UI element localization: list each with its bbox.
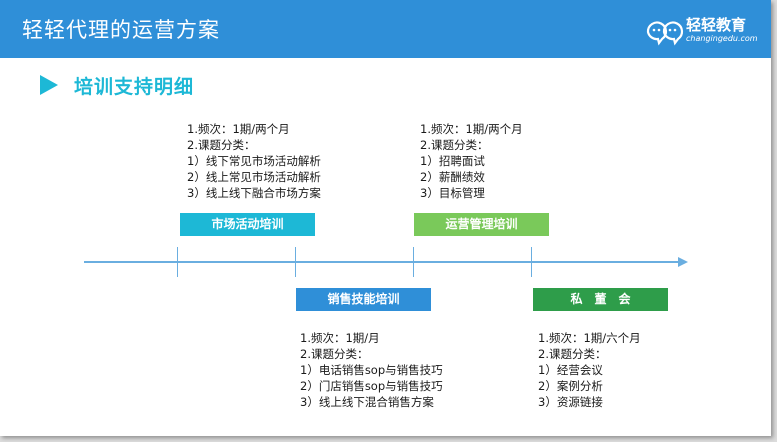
info-line: 2）案例分析	[538, 379, 603, 393]
logo-domain: changingedu.com	[686, 34, 758, 43]
info-line: 3）资源链接	[538, 395, 603, 409]
info-line: 3）线上线下融合市场方案	[187, 186, 321, 200]
info-line: 1.频次：1期/月	[300, 331, 380, 345]
play-arrow-icon	[40, 75, 58, 95]
market-training-details: 1.频次：1期/两个月 2.课题分类： 1）线下常见市场活动解析 2）线上常见市…	[187, 121, 321, 201]
logo-faces-icon	[646, 21, 684, 46]
info-line: 3）线上线下混合销售方案	[300, 395, 434, 409]
timeline-tick	[531, 247, 532, 277]
info-line: 2.课题分类：	[187, 138, 256, 152]
info-line: 3）目标管理	[420, 186, 485, 200]
info-line: 1.频次：1期/六个月	[538, 331, 641, 345]
ops-training-box: 运营管理培训	[414, 213, 549, 236]
info-line: 1）经营会议	[538, 363, 603, 377]
timeline-arrow-icon	[678, 257, 688, 267]
sales-training-details: 1.频次：1期/月 2.课题分类： 1）电话销售sop与销售技巧 2）门店销售s…	[300, 330, 443, 410]
info-line: 1）招聘面试	[420, 154, 485, 168]
timeline-line	[84, 261, 680, 263]
header-bar: 轻轻代理的运营方案 轻轻教育 changingedu.com	[0, 0, 771, 58]
private-board-box: 私 董 会	[533, 288, 668, 311]
info-line: 2）薪酬绩效	[420, 170, 485, 184]
brand-logo: 轻轻教育 changingedu.com	[644, 12, 768, 52]
info-line: 2.课题分类：	[300, 347, 369, 361]
info-line: 2.课题分类：	[538, 347, 607, 361]
info-line: 2）门店销售sop与销售技巧	[300, 379, 443, 393]
timeline-tick	[413, 247, 414, 277]
sales-training-box: 销售技能培训	[296, 288, 431, 311]
info-line: 1）线下常见市场活动解析	[187, 154, 321, 168]
info-line: 1.频次：1期/两个月	[420, 122, 523, 136]
info-line: 2）线上常见市场活动解析	[187, 170, 321, 184]
logo-name: 轻轻教育	[686, 16, 747, 34]
ops-training-details: 1.频次：1期/两个月 2.课题分类： 1）招聘面试 2）薪酬绩效 3）目标管理	[420, 121, 523, 201]
section-title: 培训支持明细	[74, 76, 195, 98]
slide: 轻轻代理的运营方案 轻轻教育 changingedu.com 培训支持明细 1.…	[0, 0, 771, 436]
timeline-tick	[295, 247, 296, 277]
info-line: 2.课题分类：	[420, 138, 489, 152]
info-line: 1）电话销售sop与销售技巧	[300, 363, 443, 377]
private-board-details: 1.频次：1期/六个月 2.课题分类： 1）经营会议 2）案例分析 3）资源链接	[538, 330, 641, 410]
slide-title: 轻轻代理的运营方案	[22, 18, 220, 42]
market-training-box: 市场活动培训	[180, 213, 315, 236]
info-line: 1.频次：1期/两个月	[187, 122, 290, 136]
timeline-tick	[177, 247, 178, 277]
